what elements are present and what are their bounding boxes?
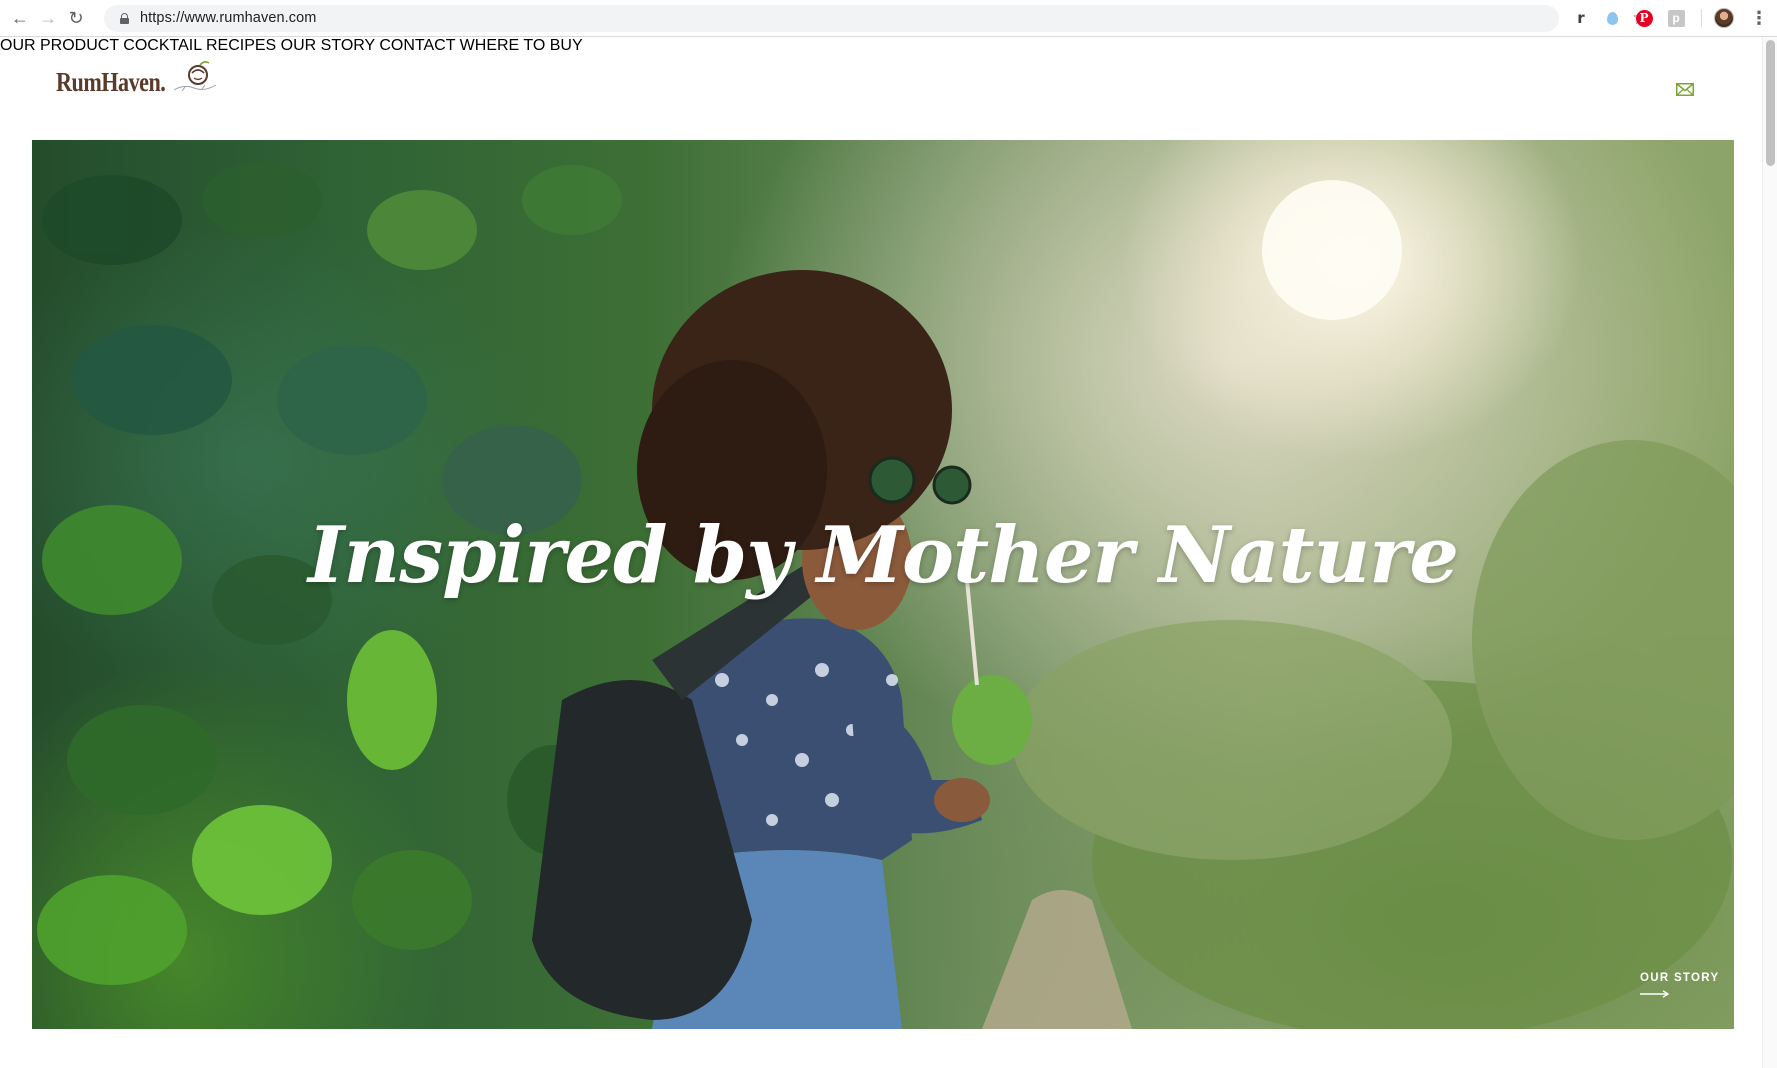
nav-our-product[interactable]: OUR PRODUCT [0, 37, 119, 54]
hero-our-story-link[interactable]: OUR STORY [1640, 972, 1719, 998]
forward-arrow-icon[interactable]: → [36, 6, 60, 30]
site-logo[interactable]: RumHaven. [56, 61, 217, 97]
main-nav: OUR PRODUCT COCKTAIL RECIPES OUR STORY C… [0, 37, 1762, 55]
arrow-right-icon [1640, 990, 1670, 998]
menu-kebab-icon[interactable]: ⋮ [1750, 6, 1768, 30]
mail-icon[interactable] [1676, 83, 1694, 96]
nav-contact[interactable]: CONTACT [379, 37, 455, 54]
site-header: RumHaven. OUR PRODUCT COCKTAIL RECIPES O… [0, 37, 1762, 140]
pinterest-extension-icon[interactable]: P [1635, 9, 1653, 27]
hero-headline: Inspired by Mother Nature [308, 510, 1459, 601]
back-arrow-icon[interactable]: ← [8, 6, 32, 30]
nav-cocktail-recipes[interactable]: COCKTAIL RECIPES [123, 37, 276, 54]
extension-drop-icon[interactable] [1603, 9, 1621, 27]
hero-our-story-label: OUR STORY [1640, 972, 1720, 984]
browser-toolbar: ← → ↻ https://www.rumhaven.com ☆ r P p ⋮ [0, 0, 1777, 37]
address-bar[interactable]: https://www.rumhaven.com ☆ [104, 5, 1649, 32]
toolbar-divider [1701, 9, 1702, 27]
extension-r-icon[interactable]: r [1572, 9, 1590, 27]
scrollbar-thumb[interactable] [1766, 40, 1775, 166]
nav-where-to-buy[interactable]: WHERE TO BUY [460, 37, 583, 54]
url-text[interactable]: https://www.rumhaven.com [140, 10, 316, 26]
reload-icon[interactable]: ↻ [64, 6, 88, 30]
logo-text: RumHaven. [56, 67, 166, 97]
page-scrollbar[interactable] [1762, 37, 1777, 1068]
hero-banner: Inspired by Mother Nature OUR STORY [32, 140, 1734, 1029]
logo-coconut-icon [173, 61, 217, 92]
extension-p-icon[interactable]: p [1667, 9, 1685, 27]
nav-our-story[interactable]: OUR STORY [281, 37, 375, 54]
lock-icon [120, 13, 129, 24]
profile-avatar[interactable] [1714, 8, 1734, 28]
